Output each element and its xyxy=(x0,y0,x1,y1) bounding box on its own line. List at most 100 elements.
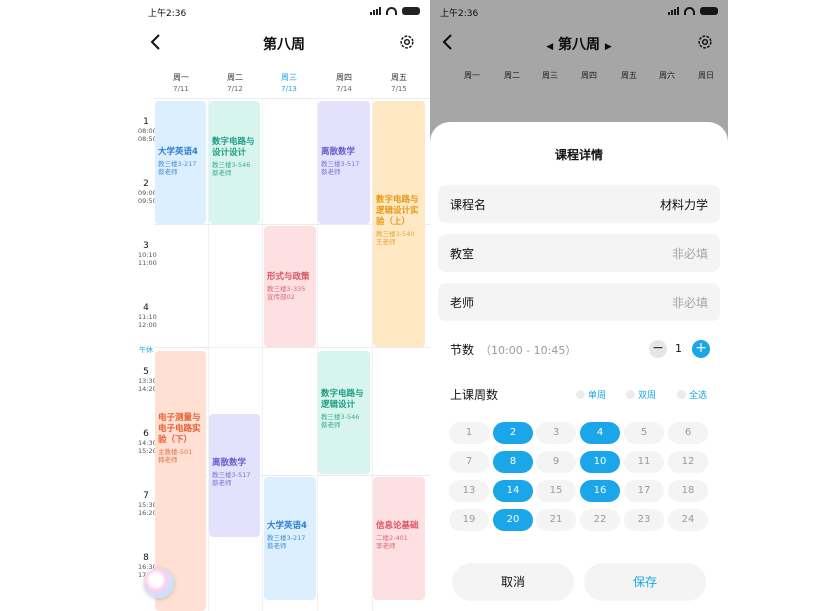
radio-all-weeks[interactable]: 全选 xyxy=(677,388,707,401)
sections-time: （10:00 - 10:45） xyxy=(480,344,577,357)
day-date: 7/12 xyxy=(227,85,243,93)
week-chip-18[interactable]: 18 xyxy=(668,480,708,502)
week-chip-24[interactable]: 24 xyxy=(668,509,708,531)
period-start: 09:00 xyxy=(138,189,157,197)
week-chip-17[interactable]: 17 xyxy=(624,480,664,502)
day-date: 7/11 xyxy=(173,85,189,93)
field-label: 教室 xyxy=(450,247,475,261)
course-room: 教三楼3-517 xyxy=(212,471,251,479)
gear-icon[interactable] xyxy=(398,33,416,51)
course-teacher: 蔡老师 xyxy=(212,169,232,177)
radio-even-weeks[interactable]: 双周 xyxy=(626,388,656,401)
teacher-placeholder: 非必填 xyxy=(671,296,708,310)
week-chip-21[interactable]: 21 xyxy=(536,509,576,531)
period-number: 7 xyxy=(143,491,149,501)
course-room: 教三楼3-546 xyxy=(212,161,251,169)
course-card[interactable]: 大学英语4 教三楼3-217 蔡老师 xyxy=(155,101,206,224)
period-end: 14:20 xyxy=(138,385,157,393)
course-room: 教三楼3-217 xyxy=(267,534,306,542)
course-name-field[interactable]: 课程名 材料力学 xyxy=(438,185,720,223)
week-chip-6[interactable]: 6 xyxy=(668,422,708,444)
day-name: 周三 xyxy=(281,73,297,82)
period-5: 5 13:30 14:20 xyxy=(138,367,157,393)
week-chip-8[interactable]: 8 xyxy=(493,451,533,473)
radio-dot xyxy=(677,390,686,399)
week-chip-3[interactable]: 3 xyxy=(536,422,576,444)
radio-label: 单周 xyxy=(588,391,607,401)
save-button[interactable]: 保存 xyxy=(584,563,706,601)
week-chip-13[interactable]: 13 xyxy=(449,480,489,502)
week-chip-9[interactable]: 9 xyxy=(536,451,576,473)
assistant-ball-icon[interactable] xyxy=(144,568,174,598)
decrement-button[interactable]: − xyxy=(649,340,667,358)
week-chip-12[interactable]: 12 xyxy=(668,451,708,473)
room-field[interactable]: 教室 非必填 xyxy=(438,234,720,272)
course-name: 离散数学 xyxy=(321,147,356,157)
period-start: 10:10 xyxy=(138,251,157,259)
period-7: 7 15:30 16:20 xyxy=(138,491,157,517)
week-chip-14[interactable]: 14 xyxy=(493,480,533,502)
week-chip-11[interactable]: 11 xyxy=(624,451,664,473)
course-teacher: 李老师 xyxy=(376,542,396,550)
teacher-field[interactable]: 老师 非必填 xyxy=(438,283,720,321)
period-6: 6 14:30 15:20 xyxy=(138,429,157,455)
signal-icon xyxy=(370,7,381,15)
course-card[interactable]: 数字电路与逻辑设计实验（上） 教三楼3-540 王老师 xyxy=(373,101,425,347)
week-chip-20[interactable]: 20 xyxy=(493,509,533,531)
course-card[interactable]: 信息论基础 二楼2-401 李老师 xyxy=(373,477,425,600)
course-card[interactable]: 大学英语4 教三楼3-217 蔡老师 xyxy=(264,477,316,600)
course-room: 教三楼3-540 xyxy=(376,230,415,238)
day-header-mon: 周一 7/11 xyxy=(155,72,207,93)
wifi-icon xyxy=(386,7,397,15)
increment-button[interactable]: + xyxy=(692,340,710,358)
course-card[interactable]: 数字电路与设计设计 教三楼3-546 蔡老师 xyxy=(209,101,260,224)
week-chip-23[interactable]: 23 xyxy=(624,509,664,531)
weeks-label: 上课周数 xyxy=(450,388,499,402)
course-card[interactable]: 形式与政策 教三楼3-335 宣传部02 xyxy=(264,226,316,347)
field-label: 老师 xyxy=(450,296,475,310)
course-name: 数字电路与设计设计 xyxy=(212,137,255,158)
course-teacher: 蔡老师 xyxy=(321,168,341,176)
radio-label: 双周 xyxy=(638,391,657,401)
course-card[interactable]: 数字电路与逻辑设计 教三楼3-546 蔡老师 xyxy=(318,351,370,474)
week-chip-16[interactable]: 16 xyxy=(580,480,620,502)
cancel-button[interactable]: 取消 xyxy=(452,563,574,601)
course-teacher: 韩老师 xyxy=(158,456,178,464)
week-chip-7[interactable]: 7 xyxy=(449,451,489,473)
status-time: 上午2:36 xyxy=(148,9,187,19)
sections-row: 节数 （10:00 - 10:45） xyxy=(450,341,576,358)
sheet-title: 课程详情 xyxy=(554,148,603,162)
week-chip-1[interactable]: 1 xyxy=(449,422,489,444)
period-start: 11:10 xyxy=(138,313,157,321)
top-nav: 第八周 xyxy=(138,30,430,56)
radio-odd-weeks[interactable]: 单周 xyxy=(576,388,606,401)
course-room: 主教楼-501 xyxy=(158,448,193,456)
schedule-screen: 上午2:36 第八周 周一 7/11 周二 7/12 周三 7/13 周四 7/14 周… xyxy=(138,0,430,611)
period-2: 2 09:00 09:50 xyxy=(138,179,157,205)
week-chip-22[interactable]: 22 xyxy=(580,509,620,531)
week-chip-2[interactable]: 2 xyxy=(493,422,533,444)
period-end: 11:00 xyxy=(138,259,157,267)
course-room: 教三楼3-517 xyxy=(321,160,360,168)
course-name: 形式与政策 xyxy=(267,272,310,282)
day-header-wed: 周三 7/13 xyxy=(263,72,315,93)
week-chip-5[interactable]: 5 xyxy=(624,422,664,444)
week-chip-15[interactable]: 15 xyxy=(536,480,576,502)
grid-line xyxy=(154,347,430,348)
period-1: 1 08:00 08:50 xyxy=(138,117,157,143)
week-chip-10[interactable]: 10 xyxy=(580,451,620,473)
week-chip-4[interactable]: 4 xyxy=(580,422,620,444)
course-teacher: 王老师 xyxy=(376,238,396,246)
day-name: 周二 xyxy=(227,73,243,82)
day-header-thu: 周四 7/14 xyxy=(318,72,370,93)
course-name: 信息论基础 xyxy=(376,521,419,531)
course-card[interactable]: 离散数学 教三楼3-517 蔡老师 xyxy=(318,101,370,224)
grid-line xyxy=(154,98,430,99)
course-name: 大学英语4 xyxy=(158,147,198,157)
course-card[interactable]: 离散数学 教三楼3-517 蔡老师 xyxy=(209,414,260,537)
course-name: 电子测量与电子电路实验（下） xyxy=(158,413,201,445)
room-placeholder: 非必填 xyxy=(671,247,708,261)
period-number: 3 xyxy=(143,241,149,251)
week-chip-19[interactable]: 19 xyxy=(449,509,489,531)
period-start: 15:30 xyxy=(138,501,157,509)
